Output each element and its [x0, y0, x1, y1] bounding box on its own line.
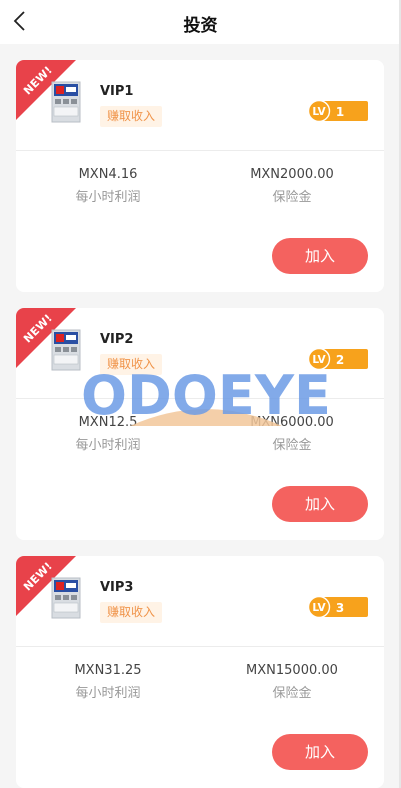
level-number: 3: [336, 601, 344, 615]
hourly-profit-label: 每小时利润: [75, 438, 141, 453]
deposit-value: MXN6000.00: [250, 415, 334, 430]
deposit-label: 保险金: [272, 190, 312, 205]
join-button[interactable]: 加入: [272, 238, 368, 274]
hourly-profit-value: MXN12.5: [78, 415, 138, 430]
hourly-profit-value: MXN31.25: [74, 663, 142, 678]
deposit-value: MXN2000.00: [250, 167, 334, 182]
level-badge: LV 1: [308, 100, 368, 122]
lv-label: LV: [312, 602, 326, 614]
page-title: 投资: [183, 16, 218, 36]
hourly-profit-block: MXN12.5 每小时利润: [16, 414, 200, 455]
deposit-label: 保险金: [272, 438, 312, 453]
hourly-profit-label: 每小时利润: [75, 190, 141, 205]
join-button[interactable]: 加入: [272, 734, 368, 770]
lv-label: LV: [312, 354, 326, 366]
level-number: 2: [336, 353, 344, 367]
deposit-block: MXN6000.00 保险金: [200, 414, 384, 455]
drink-machine-icon: [51, 81, 81, 123]
deposit-label: 保险金: [272, 686, 312, 701]
earn-income-tag: 赚取收入: [100, 354, 163, 375]
drink-machine-icon: [51, 329, 81, 371]
hourly-profit-value: MXN4.16: [78, 167, 138, 182]
hourly-profit-label: 每小时利润: [75, 686, 141, 701]
divider: [16, 150, 384, 151]
top-navbar: 投资: [0, 0, 401, 44]
vip-card-1: NEW! VIP1 赚取收入 LV 1 MXN4.16 每小时利润 MXN200…: [16, 60, 384, 292]
vip-card-2: NEW! VIP2 赚取收入 LV 2 MXN12.5 每小时利润 MXN600…: [16, 308, 384, 540]
level-number: 1: [336, 105, 344, 119]
vip-card-3: NEW! VIP3 赚取收入 LV 3 MXN31.25 每小时利润 MXN15…: [16, 556, 384, 788]
hourly-profit-block: MXN31.25 每小时利润: [16, 662, 200, 703]
level-badge: LV 2: [308, 348, 368, 370]
drink-machine-icon: [51, 577, 81, 619]
divider: [16, 398, 384, 399]
vip-name: VIP3: [100, 580, 134, 595]
vip-name: VIP1: [100, 84, 134, 99]
deposit-value: MXN15000.00: [246, 663, 338, 678]
lv-label: LV: [312, 106, 326, 118]
earn-income-tag: 赚取收入: [100, 602, 163, 623]
vip-name: VIP2: [100, 332, 134, 347]
join-button[interactable]: 加入: [272, 486, 368, 522]
hourly-profit-block: MXN4.16 每小时利润: [16, 166, 200, 207]
level-badge: LV 3: [308, 596, 368, 618]
deposit-block: MXN2000.00 保险金: [200, 166, 384, 207]
earn-income-tag: 赚取收入: [100, 106, 163, 127]
divider: [16, 646, 384, 647]
deposit-block: MXN15000.00 保险金: [200, 662, 384, 703]
